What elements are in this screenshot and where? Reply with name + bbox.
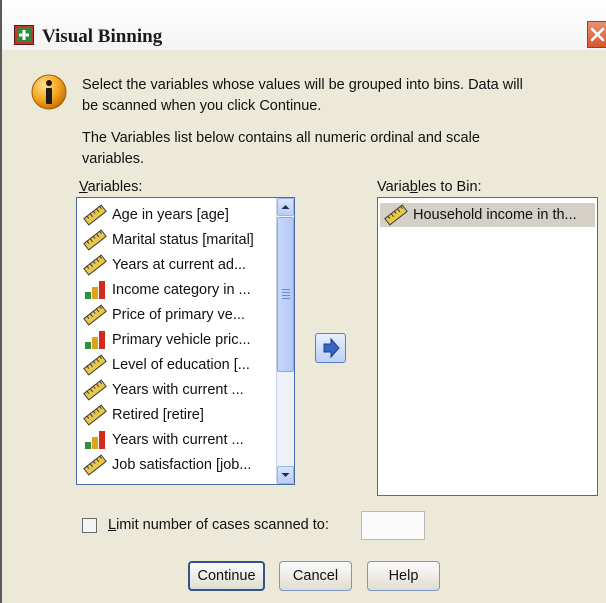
instruction-line-1: Select the variables whose values will b… (82, 77, 523, 93)
instruction-line-4: variables. (82, 151, 145, 167)
list-item-label: Years with current ... (112, 382, 244, 398)
help-button[interactable]: Help (367, 561, 440, 591)
variables-to-bin-label-part-2: les to Bin: (417, 179, 482, 195)
list-item-label: Household income in th... (413, 207, 577, 223)
list-item-label: Retired [retire] (112, 407, 204, 423)
scale-ruler-icon (83, 254, 107, 276)
list-item-label: Marital status [marital] (112, 232, 254, 248)
instruction-line-2: be scanned when you click Continue. (82, 98, 322, 114)
variables-label-rest: ariables: (87, 179, 143, 195)
scroll-up-button[interactable] (277, 198, 294, 216)
list-item-label: Years with current ... (112, 432, 244, 448)
list-item[interactable]: Years with current ... (83, 378, 244, 402)
list-item[interactable]: Age in years [age] (83, 203, 229, 227)
variables-to-bin-label-part-1: Varia (377, 179, 410, 195)
scale-ruler-icon (83, 229, 107, 251)
list-item[interactable]: Income category in ... (83, 278, 251, 302)
arrow-right-icon (323, 337, 340, 359)
scale-ruler-icon (83, 354, 107, 376)
list-item[interactable]: Retired [retire] (83, 403, 204, 427)
instruction-line-3: The Variables list below contains all nu… (82, 130, 480, 146)
scroll-down-button[interactable] (277, 466, 294, 484)
cancel-button[interactable]: Cancel (279, 561, 352, 591)
ordinal-bars-icon (85, 331, 105, 349)
ordinal-bars-icon (85, 281, 105, 299)
variables-scrollbar[interactable] (276, 198, 294, 484)
variables-list[interactable]: Age in years [age] Marital status [marit… (76, 197, 295, 485)
scale-ruler-icon (83, 379, 107, 401)
list-item[interactable]: Years at current ad... (83, 253, 246, 277)
scroll-down-icon (281, 473, 290, 477)
list-item[interactable]: Price of primary ve... (83, 303, 245, 327)
list-item-label: Job satisfaction [job... (112, 457, 252, 473)
app-icon (14, 25, 34, 45)
variables-label: Variables: (79, 179, 143, 195)
close-button[interactable] (587, 21, 606, 48)
move-to-bin-button[interactable] (315, 333, 346, 363)
scale-ruler-icon (83, 404, 107, 426)
list-item[interactable]: Marital status [marital] (83, 228, 254, 252)
list-item-label: Level of education [... (112, 357, 250, 373)
list-item[interactable]: Primary vehicle pric... (83, 328, 251, 352)
limit-cases-checkbox[interactable] (82, 518, 97, 533)
title-bar[interactable]: Visual Binning (2, 0, 606, 50)
list-item[interactable]: Household income in th... (380, 203, 595, 227)
scale-ruler-icon (83, 304, 107, 326)
limit-cases-label-rest: imit number of cases scanned to: (116, 517, 329, 533)
scale-ruler-icon (83, 454, 107, 476)
list-item-label: Price of primary ve... (112, 307, 245, 323)
list-item-label: Primary vehicle pric... (112, 332, 251, 348)
variables-to-bin-label: Variables to Bin: (377, 179, 482, 195)
list-item-label: Age in years [age] (112, 207, 229, 223)
list-item[interactable]: Job satisfaction [job... (83, 453, 251, 477)
scroll-up-icon (281, 205, 290, 209)
scroll-thumb[interactable] (277, 217, 294, 372)
ordinal-bars-icon (85, 431, 105, 449)
list-item-label: Income category in ... (112, 282, 251, 298)
info-icon (31, 74, 67, 110)
visual-binning-dialog: Visual Binning Select the variables whos… (0, 0, 606, 603)
continue-button[interactable]: Continue (188, 561, 265, 591)
dialog-title: Visual Binning (42, 26, 163, 47)
list-item-label: Years at current ad... (112, 257, 247, 273)
list-item[interactable]: Years with current ... (83, 428, 244, 452)
close-icon (590, 27, 605, 42)
scale-ruler-icon (384, 204, 408, 226)
variables-to-bin-list[interactable]: Household income in th... (377, 197, 598, 496)
limit-cases-label: Limit number of cases scanned to: (108, 517, 329, 533)
scale-ruler-icon (83, 204, 107, 226)
list-item[interactable]: Level of education [... (83, 353, 250, 377)
limit-cases-input[interactable] (361, 511, 425, 540)
